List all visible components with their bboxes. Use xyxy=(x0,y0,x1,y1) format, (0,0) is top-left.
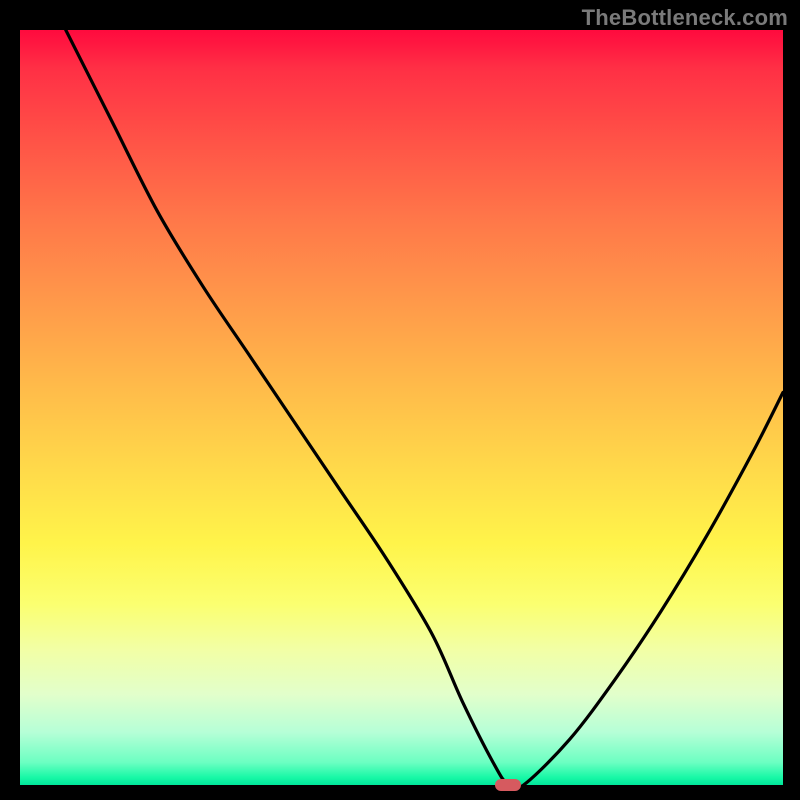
watermark-text: TheBottleneck.com xyxy=(582,5,788,31)
plot-area xyxy=(20,30,783,785)
chart-frame: TheBottleneck.com xyxy=(0,0,800,800)
bottleneck-curve xyxy=(20,30,783,785)
optimal-point-marker xyxy=(495,779,521,791)
